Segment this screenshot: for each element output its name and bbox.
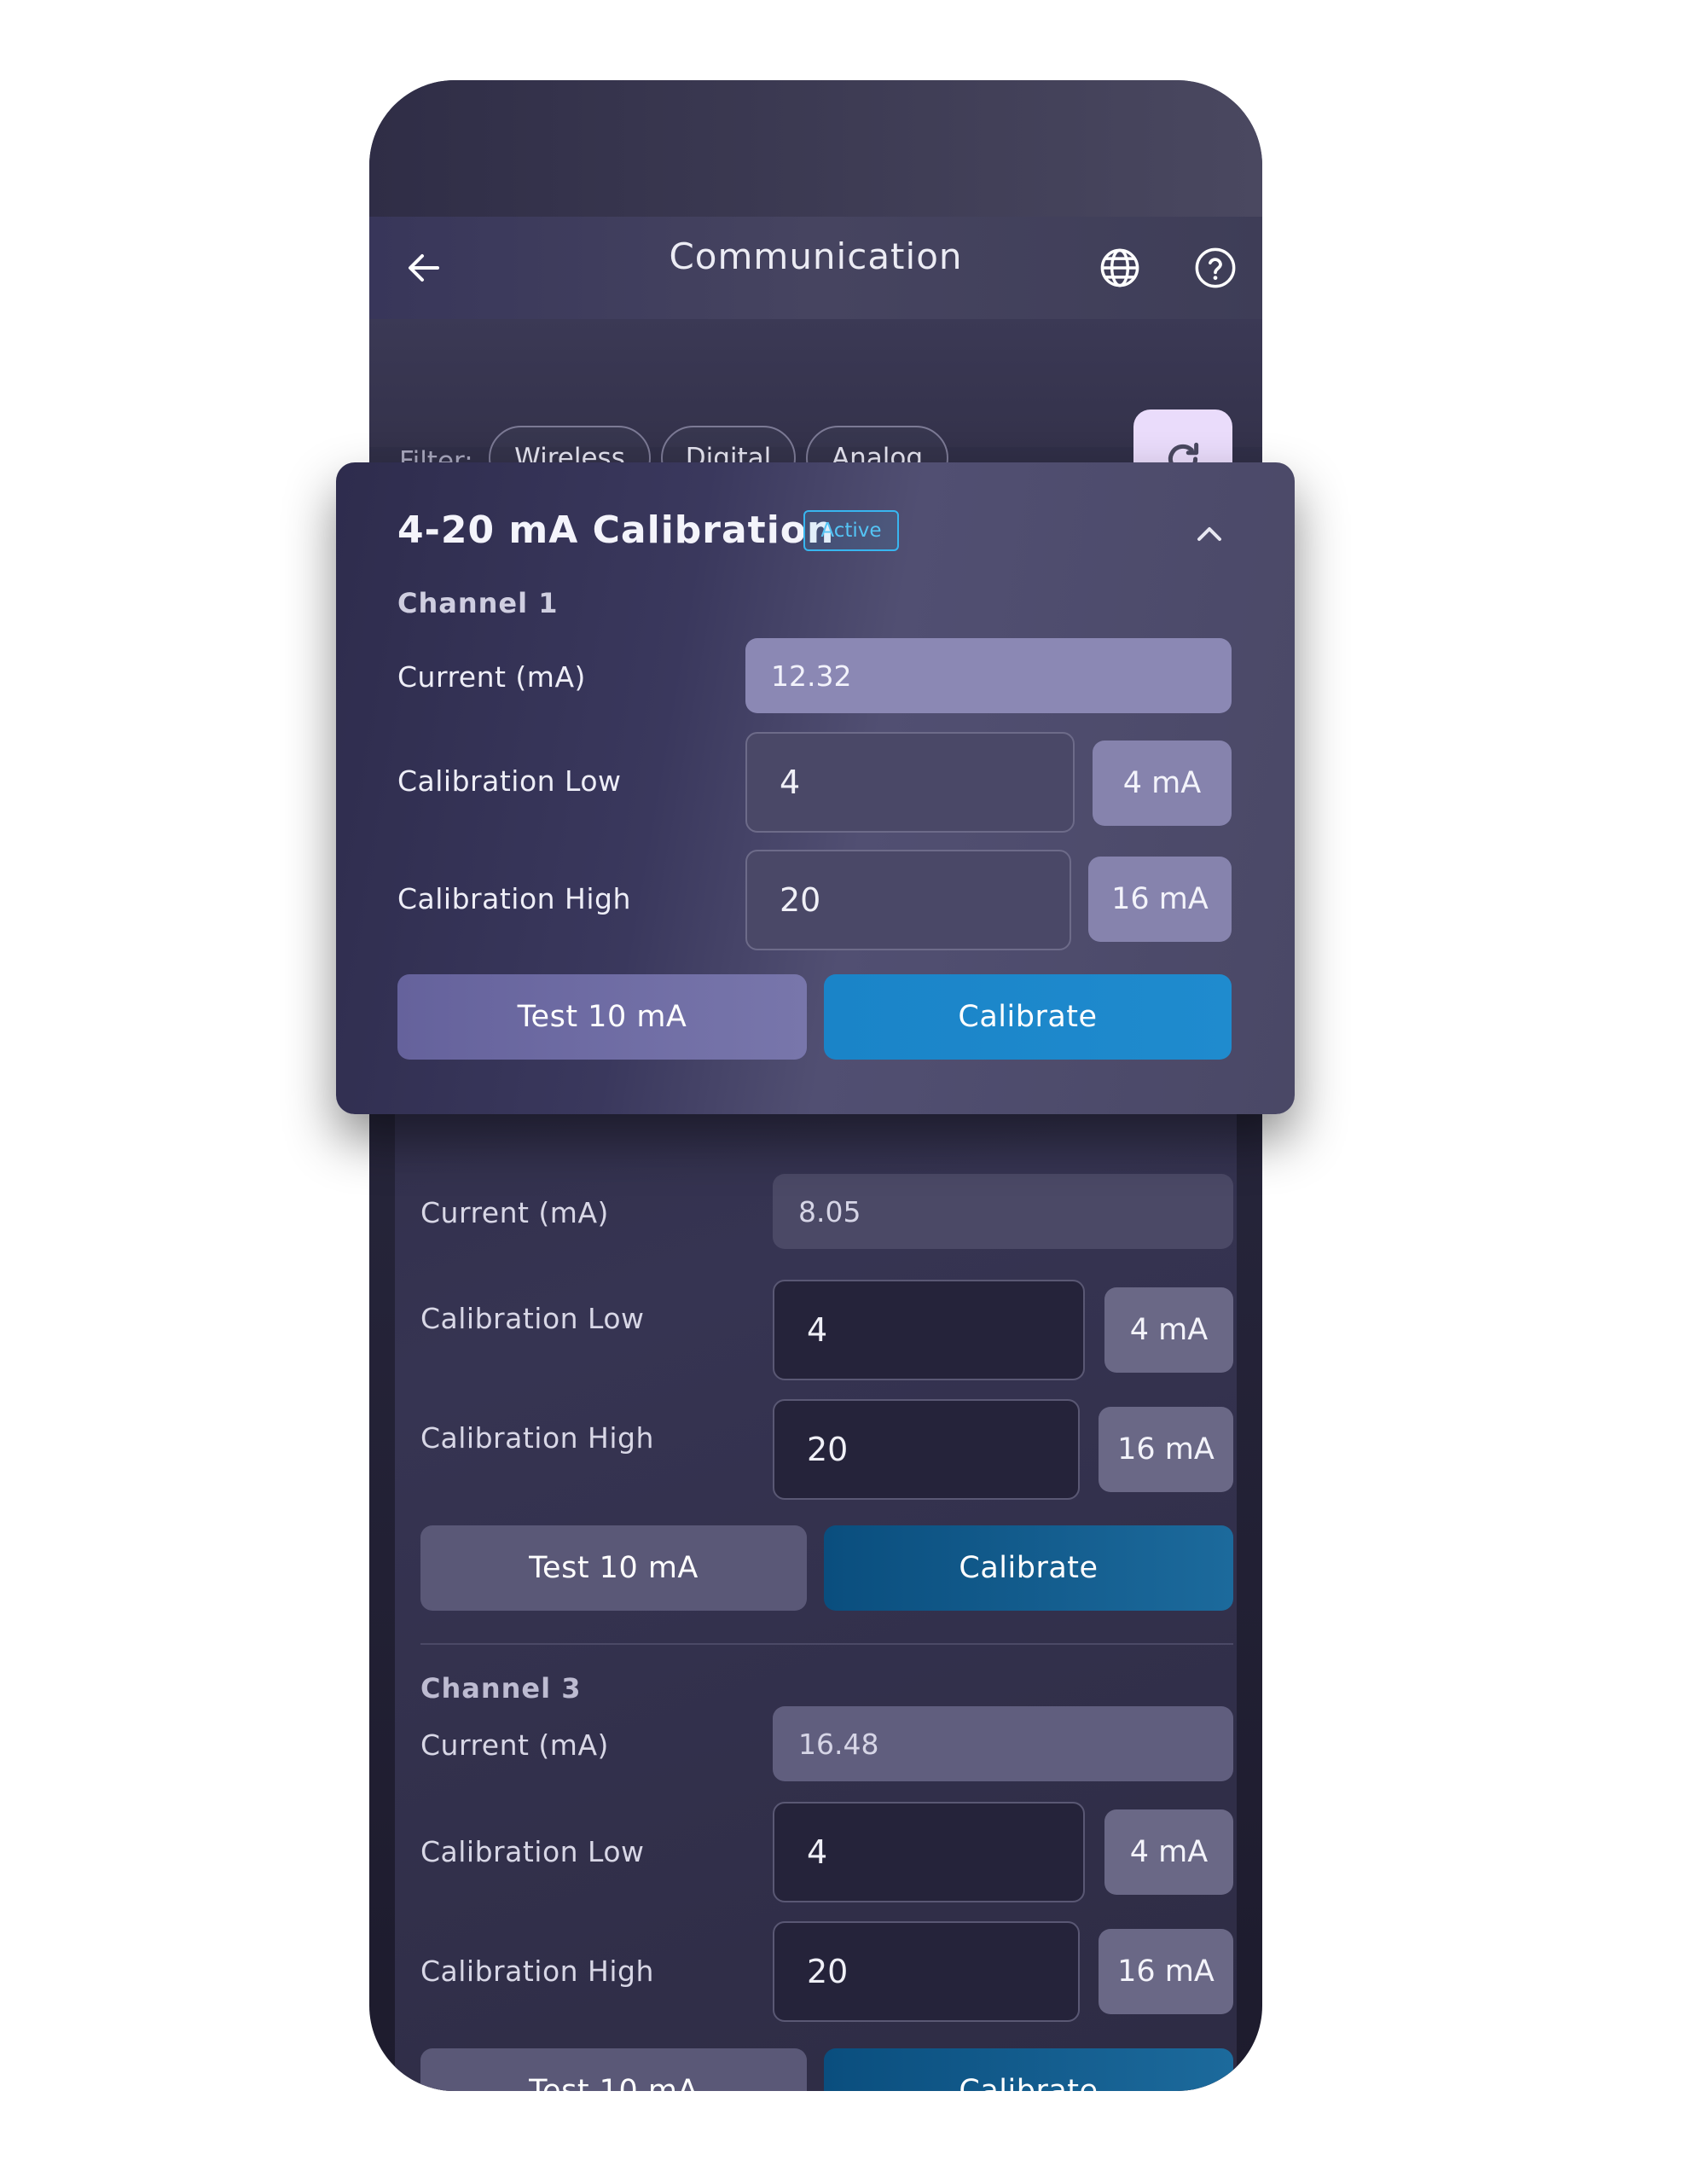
calibration-low-label: Calibration Low <box>420 1835 645 1868</box>
test-10ma-button[interactable]: Test 10 mA <box>397 974 807 1060</box>
channel-divider <box>420 1643 1233 1645</box>
calibration-high-input[interactable]: 20 <box>745 850 1071 950</box>
calibration-high-input[interactable]: 20 <box>773 1921 1080 2022</box>
set-high-16ma-button[interactable]: 16 mA <box>1088 857 1232 942</box>
calibration-low-label: Calibration Low <box>420 1302 645 1335</box>
card-title: 4-20 mA Calibration <box>397 508 835 552</box>
collapse-button[interactable] <box>1189 514 1230 555</box>
current-readout: 12.32 <box>745 638 1232 713</box>
current-label: Current (mA) <box>420 1196 609 1229</box>
current-readout: 16.48 <box>773 1706 1233 1781</box>
calibrate-button[interactable]: Calibrate <box>824 974 1232 1060</box>
calibrate-button[interactable]: Calibrate <box>824 2048 1233 2091</box>
calibration-card-expanded: 4-20 mA Calibration Active Channel 1 Cur… <box>336 462 1295 1114</box>
help-circle-icon <box>1195 247 1236 288</box>
current-label: Current (mA) <box>420 1728 609 1762</box>
status-badge: Active <box>803 510 899 551</box>
test-10ma-button[interactable]: Test 10 mA <box>420 1525 807 1611</box>
set-low-4ma-button[interactable]: 4 mA <box>1093 741 1232 826</box>
channel-1-label: Channel 1 <box>397 587 559 619</box>
set-high-16ma-button[interactable]: 16 mA <box>1099 1407 1233 1492</box>
calibration-high-input[interactable]: 20 <box>773 1399 1080 1500</box>
language-button[interactable] <box>1093 241 1147 295</box>
status-bar-area <box>369 80 1262 217</box>
test-10ma-button[interactable]: Test 10 mA <box>420 2048 807 2091</box>
calibration-high-label: Calibration High <box>420 1421 654 1455</box>
filter-bar <box>369 319 1262 447</box>
set-low-4ma-button[interactable]: 4 mA <box>1104 1809 1233 1895</box>
calibration-low-input[interactable]: 4 <box>773 1802 1085 1902</box>
calibration-low-label: Calibration Low <box>397 764 622 798</box>
current-label: Current (mA) <box>397 660 586 694</box>
help-button[interactable] <box>1188 241 1243 295</box>
globe-icon <box>1100 248 1139 288</box>
calibration-high-label: Calibration High <box>397 882 631 915</box>
chevron-up-icon <box>1197 527 1221 541</box>
current-readout: 8.05 <box>773 1174 1233 1249</box>
channel-3-label: Channel 3 <box>420 1672 582 1705</box>
calibration-low-input[interactable]: 4 <box>745 732 1075 833</box>
set-low-4ma-button[interactable]: 4 mA <box>1104 1287 1233 1373</box>
calibration-low-input[interactable]: 4 <box>773 1280 1085 1380</box>
set-high-16ma-button[interactable]: 16 mA <box>1099 1929 1233 2014</box>
calibration-high-label: Calibration High <box>420 1955 654 1988</box>
calibrate-button[interactable]: Calibrate <box>824 1525 1233 1611</box>
